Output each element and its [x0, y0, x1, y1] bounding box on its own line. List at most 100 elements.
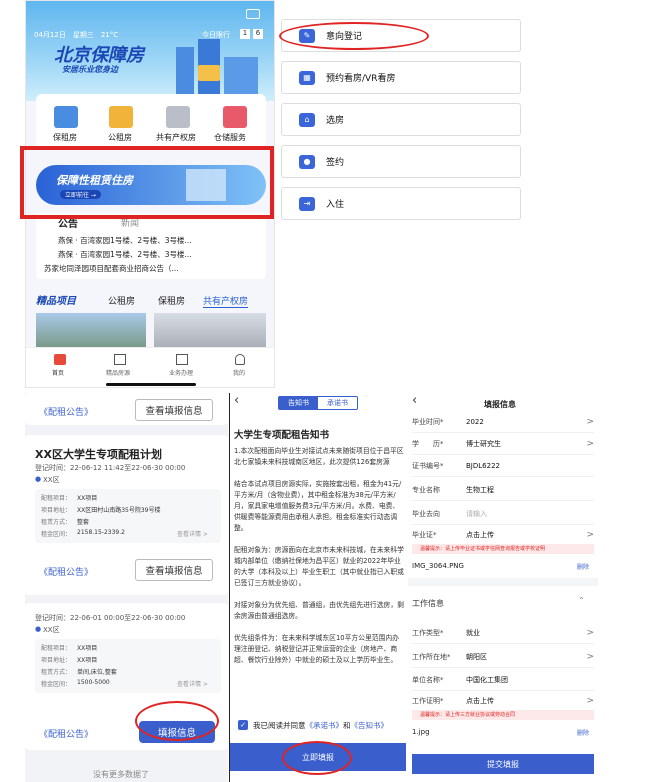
form-row[interactable]: 毕业证* 点击上传 > — [412, 524, 594, 546]
delete-link[interactable]: 删除 — [577, 728, 589, 737]
location-pin-icon: ● — [35, 475, 42, 483]
form-row[interactable]: 毕业去向 请输入 — [412, 503, 594, 525]
nav-mine[interactable]: 我的 — [233, 368, 245, 377]
view-details-link[interactable]: 查看详情 > — [177, 529, 208, 538]
menu-label: 签约 — [326, 158, 345, 168]
menu-sign[interactable]: ● 签约 — [281, 145, 521, 178]
chevron-right-icon: > — [586, 627, 594, 638]
user-sign-icon: ● — [299, 154, 315, 169]
chevron-up-icon[interactable]: ⌃ — [578, 596, 585, 605]
allocation-notice-link[interactable]: 《配租公告》 — [39, 727, 93, 740]
view-details-link[interactable]: 查看详情 > — [177, 679, 208, 688]
highlight-box — [20, 146, 274, 219]
user-icon[interactable] — [235, 354, 245, 365]
upload-link[interactable]: 点击上传 — [466, 696, 586, 706]
submit-fill-button[interactable]: 提交填报 — [412, 754, 594, 774]
business-icon[interactable] — [176, 354, 188, 365]
form-row[interactable]: 专业名称 生物工程 — [412, 479, 594, 501]
menu-label: 入住 — [326, 200, 345, 210]
chevron-right-icon: > — [586, 416, 594, 427]
public-rent-icon[interactable] — [109, 106, 133, 128]
notice-paragraph: 配租对象为：房源面向在北京市未来科技城，在未来科学城内部单位（缴纳社保地为昌平区… — [234, 546, 404, 587]
detail-value: XX项目 — [77, 495, 98, 502]
detail-label: 项目地址： — [41, 657, 72, 664]
category-label[interactable]: 公租房 — [108, 132, 132, 143]
menu-select-house[interactable]: ⌂ 选房 — [281, 103, 521, 136]
menu-viewing[interactable]: ▦ 预约看房/VR看房 — [281, 61, 521, 94]
limit-num-2: 6 — [253, 29, 263, 39]
category-label[interactable]: 共有产权房 — [156, 132, 196, 143]
rent-house-icon[interactable] — [54, 106, 78, 128]
form-row[interactable]: 单位名称* 中国化工集团 — [412, 669, 594, 691]
field-label: 工作类型* — [412, 628, 444, 637]
section-tab-shared[interactable]: 共有产权房 — [203, 294, 249, 308]
category-panel: 保租房 公租房 共有产权房 仓储服务 — [36, 94, 266, 148]
form-row[interactable]: 工作证明* 点击上传 > — [412, 690, 594, 712]
detail-label: 租金区间： — [41, 681, 72, 688]
delete-link[interactable]: 删除 — [577, 562, 589, 571]
back-icon[interactable]: ‹ — [412, 393, 417, 408]
form-row[interactable]: 工作类型* 就业 > — [412, 622, 594, 644]
form-row[interactable]: 证书编号* BJDL6222 — [412, 455, 594, 477]
notice-paragraph: 1.本次配租面向毕业生对接试点未来随街项目位于昌平区北七家镇未来科技城南区地区，… — [234, 447, 404, 466]
detail-label: 项目地址： — [41, 507, 72, 514]
notice-item[interactable]: 燕保 · 百湾家园1号楼、2号楼、3号楼... — [58, 235, 192, 246]
category-label[interactable]: 仓储服务 — [214, 132, 246, 143]
project-image[interactable] — [154, 313, 266, 347]
menu-label: 预约看房/VR看房 — [326, 74, 396, 84]
notice-tabs: 告知书 承诺书 — [278, 396, 358, 410]
allocation-notice-link[interactable]: 《配租公告》 — [39, 405, 93, 418]
view-filled-info-button[interactable]: 查看填报信息 — [135, 559, 213, 581]
detail-label: 租金区间： — [41, 531, 72, 538]
message-icon[interactable] — [246, 9, 260, 19]
menu-label: 选房 — [326, 116, 345, 126]
limit-num-1: 1 — [240, 29, 250, 39]
location-pin-icon: ● — [35, 625, 42, 633]
notice-item[interactable]: 苏家坨同泽园项目配套商业招商公告（... — [44, 263, 179, 274]
nav-home[interactable]: 首页 — [52, 368, 64, 377]
agree-checkbox[interactable]: ✓ — [238, 720, 248, 730]
chevron-right-icon: > — [586, 438, 594, 449]
field-value: BJDL6222 — [466, 461, 500, 470]
upload-link[interactable]: 点击上传 — [466, 530, 586, 540]
allocation-notice-link[interactable]: 《配租公告》 — [39, 565, 93, 578]
form-row[interactable]: 毕业时间* 2022 > — [412, 411, 594, 433]
shared-property-icon[interactable] — [166, 106, 190, 128]
upload-hint: 温馨提示：请上传三方就业协议或劳动合同 — [412, 710, 594, 720]
nav-business[interactable]: 业务办理 — [169, 368, 193, 377]
back-icon[interactable]: ‹ — [234, 393, 239, 408]
tab-notice[interactable]: 告知书 — [279, 397, 318, 409]
detail-label: 配租项目： — [41, 495, 72, 502]
field-value: 中国化工集团 — [466, 675, 508, 684]
form-row[interactable]: 工作所在地* 朝阳区 > — [412, 646, 594, 668]
plan-card-1: XX区大学生专项配租计划 登记时间：22-06-12 11:42至22-06-3… — [25, 435, 228, 595]
featured-projects-title: 精品项目 — [36, 296, 76, 307]
detail-value: 单间,床位,整套 — [77, 669, 117, 676]
storage-service-icon[interactable] — [223, 106, 247, 128]
home-icon[interactable] — [54, 354, 66, 365]
status-date: 04月12日 星期三 21°C — [34, 31, 119, 39]
detail-label: 租赁方式： — [41, 519, 72, 526]
nav-listings[interactable]: 精品房源 — [106, 368, 130, 377]
notice-screen: ‹ 告知书 承诺书 大学生专项配租告知书 1.本次配租面向毕业生对接试点未来随街… — [229, 393, 406, 782]
view-filled-info-button[interactable]: 查看填报信息 — [135, 399, 213, 421]
building-icon[interactable] — [114, 354, 126, 365]
project-image[interactable] — [36, 313, 146, 347]
commitment-link[interactable]: 《承诺书》 — [306, 720, 344, 731]
detail-value: XX区田村山南路35号院39号楼 — [77, 507, 161, 514]
person-illustration — [198, 65, 220, 81]
notice-link[interactable]: 《告知书》 — [351, 720, 389, 731]
tab-commitment[interactable]: 承诺书 — [318, 397, 357, 409]
agree-text: 和 — [343, 720, 351, 730]
field-label: 毕业去向 — [412, 509, 440, 518]
menu-move-in[interactable]: ⇥ 入住 — [281, 187, 521, 220]
highlight-oval — [279, 22, 429, 50]
highlight-oval — [135, 701, 219, 741]
section-tab-public[interactable]: 公租房 — [108, 294, 135, 307]
notice-item[interactable]: 燕保 · 百湾家园1号楼、2号楼、3号楼... — [58, 249, 192, 260]
category-label[interactable]: 保租房 — [53, 132, 77, 143]
form-row[interactable]: 学 历* 博士研究生 > — [412, 433, 594, 455]
section-tab-rental[interactable]: 保租房 — [158, 294, 185, 307]
notice-paragraph: 对接对象分为优先组、普通组，由优先组先进行选房，剩余房源由普通组选房。 — [234, 601, 404, 620]
detail-value: 2158.15-2339.2 — [77, 529, 125, 536]
